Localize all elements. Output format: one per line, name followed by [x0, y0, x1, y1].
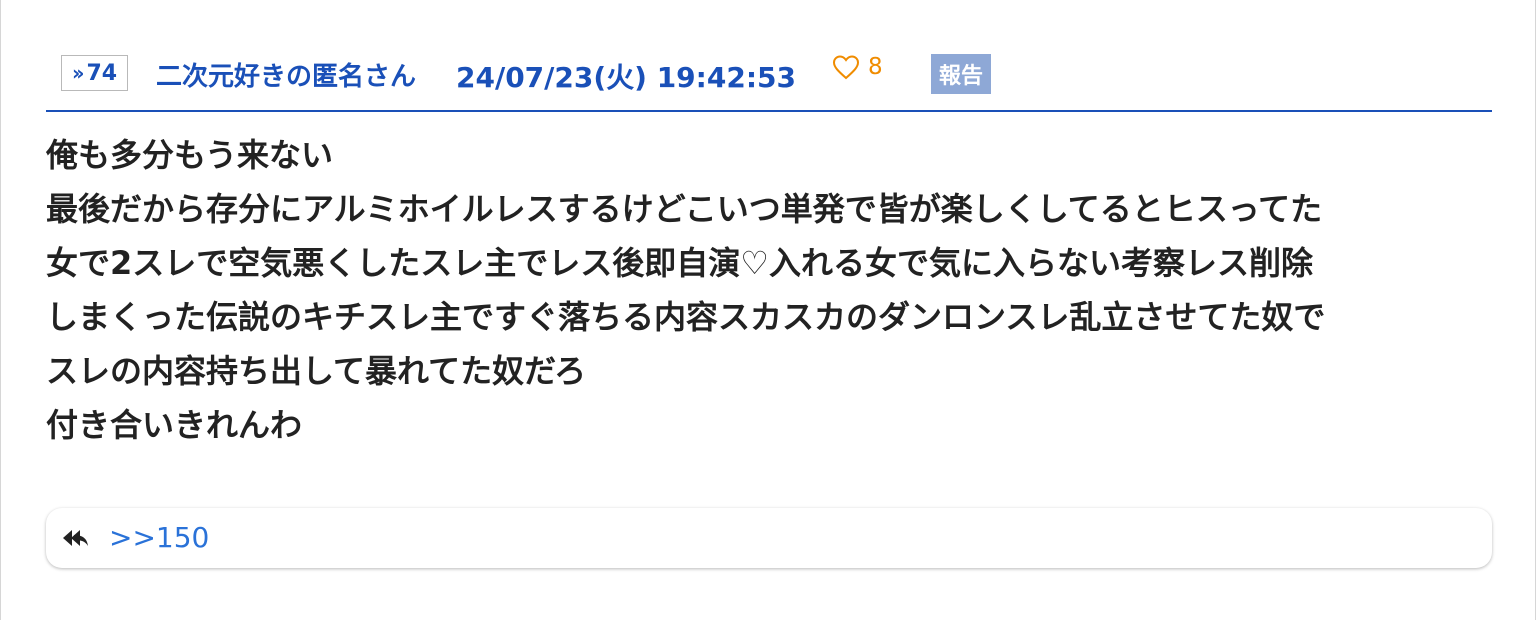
- body-line: しまくった伝説のキチスレ主ですぐ落ちる内容スカスカのダンロンスレ乱立させてた奴で: [46, 298, 1326, 336]
- post-header: ›› 74 二次元好きの匿名さん 24/07/23(火) 19:42:53 8 …: [46, 50, 1492, 112]
- body-line: 俺も多分もう来ない: [46, 136, 334, 174]
- body-line: 付き合いきれんわ: [46, 406, 303, 444]
- reply-arrows-icon: [63, 530, 88, 546]
- post-datetime: 24/07/23(火) 19:42:53: [456, 61, 796, 94]
- heart-icon: [832, 55, 860, 80]
- double-chevron-right-icon: ››: [72, 61, 85, 85]
- report-button[interactable]: 報告: [931, 54, 992, 94]
- res-number-button[interactable]: ›› 74: [61, 55, 129, 91]
- reply-list: >>150: [46, 508, 1492, 568]
- body-line: スレの内容持ち出して暴れてた奴だろ: [46, 352, 587, 390]
- res-number-label: 74: [86, 60, 118, 86]
- post-body: 俺も多分もう来ない 最後だから存分にアルミホイルレスするけどこいつ単発で皆が楽し…: [46, 128, 1492, 452]
- reply-link[interactable]: >>150: [109, 521, 209, 554]
- post-card: ›› 74 二次元好きの匿名さん 24/07/23(火) 19:42:53 8 …: [0, 0, 1536, 620]
- body-line: 女で2スレで空気悪くしたスレ主でレス後即自演♡入れる女で気に入らない考察レス削除: [46, 244, 1313, 282]
- like-button[interactable]: 8: [832, 54, 883, 80]
- body-line: 最後だから存分にアルミホイルレスするけどこいつ単発で皆が楽しくしてるとヒスってた: [46, 190, 1323, 228]
- like-count: 8: [868, 54, 883, 80]
- author-name[interactable]: 二次元好きの匿名さん: [156, 56, 416, 93]
